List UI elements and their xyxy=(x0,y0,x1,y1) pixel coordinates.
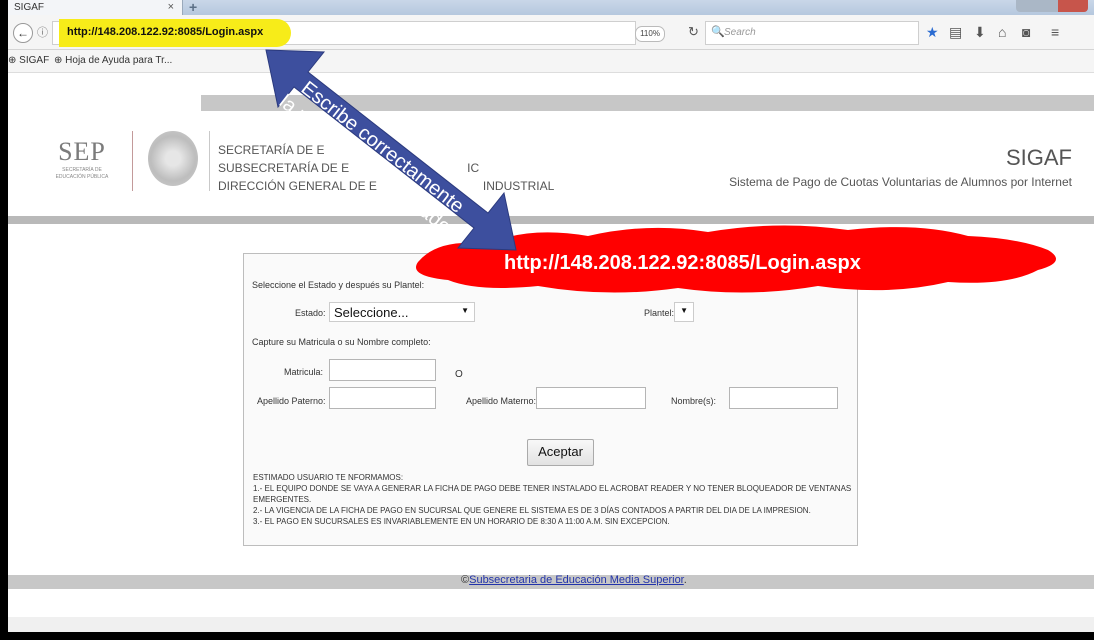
search-box[interactable]: 🔍 Search xyxy=(705,21,919,45)
cloud-url-text: http://148.208.122.92:8085/Login.aspx xyxy=(504,252,861,274)
paterno-label: Apellido Paterno: xyxy=(257,396,326,406)
url-text[interactable]: http://148.208.122.92:8085/Login.aspx xyxy=(67,26,263,38)
estado-select[interactable]: Seleccione... ▼ xyxy=(329,302,475,322)
address-bar[interactable]: http://148.208.122.92:8085/Login.aspx xyxy=(52,19,636,47)
matricula-label: Matricula: xyxy=(284,367,324,377)
reload-icon[interactable]: ↻ xyxy=(688,24,699,40)
bookmark-sigaf[interactable]: ⊕ SIGAF xyxy=(8,55,49,66)
header-divider xyxy=(8,216,1094,224)
apellido-materno-input[interactable] xyxy=(536,387,646,409)
menu-icon[interactable]: ≡ xyxy=(1051,24,1059,40)
materno-label: Apellido Materno: xyxy=(466,396,537,406)
copyright-symbol: © xyxy=(461,574,470,586)
notice-2: 2.- LA VIGENCIA DE LA FICHA DE PAGO EN S… xyxy=(253,506,811,515)
site-header: SEP SECRETARÍA DE EDUCACIÓN PÚBLICA SECR… xyxy=(8,111,1094,216)
inst-line-3-text: DIRECCIÓN GENERAL DE E xyxy=(218,179,377,193)
footer-link[interactable]: Subsecretaria de Educación Media Superio… xyxy=(469,574,684,586)
estado-select-value: Seleccione... xyxy=(334,305,409,320)
bottom-gray-bar xyxy=(8,617,1094,632)
estado-label: Estado: xyxy=(295,308,326,318)
sep-logo-text: SEP xyxy=(58,137,106,166)
plantel-label: Plantel: xyxy=(644,308,675,318)
bookmark-label: Hoja de Ayuda para Tr... xyxy=(65,55,173,66)
select-instruction: Seleccione el Estado y después su Plante… xyxy=(252,280,425,290)
inst-line-2-tail: IC xyxy=(467,161,480,175)
national-seal-icon xyxy=(148,131,198,186)
apellido-paterno-input[interactable] xyxy=(329,387,436,409)
tab-close-icon[interactable]: × xyxy=(168,0,174,15)
sep-logo-sub1: SECRETARÍA DE xyxy=(62,167,102,173)
notice-3: 3.- EL PAGO EN SUCURSALES ES INVARIABLEM… xyxy=(253,517,670,526)
sep-logo-sub2: EDUCACIÓN PÚBLICA xyxy=(55,174,109,180)
bookmarks-bar: ⊕ SIGAF ⊕ Hoja de Ayuda para Tr... xyxy=(8,50,1094,73)
notice-block: ESTIMADO USUARIO TE NFORMAMOS: 1.- EL EQ… xyxy=(253,472,853,527)
footer: ©Subsecretaria de Educación Media Superi… xyxy=(461,574,687,586)
tab-sigaf[interactable]: SIGAF × xyxy=(8,0,183,15)
footer-period: . xyxy=(683,574,687,586)
aceptar-button[interactable]: Aceptar xyxy=(527,439,594,466)
search-icon: 🔍 xyxy=(711,26,725,38)
sep-logo: SEP SECRETARÍA DE EDUCACIÓN PÚBLICA xyxy=(40,137,124,181)
new-tab-icon[interactable]: + xyxy=(189,0,197,15)
app-title: SIGAF xyxy=(1005,145,1072,170)
window-close-button[interactable] xyxy=(1058,0,1088,12)
window-controls[interactable] xyxy=(1016,0,1088,12)
matricula-input[interactable] xyxy=(329,359,436,381)
notice-title: ESTIMADO USUARIO TE NFORMAMOS: xyxy=(253,473,404,482)
zoom-indicator[interactable]: 110% xyxy=(635,26,665,42)
plantel-select[interactable]: ▼ xyxy=(674,302,694,322)
or-text: O xyxy=(455,369,463,380)
bookmark-label: SIGAF xyxy=(19,55,50,66)
inst-line-2-text: SUBSECRETARÍA DE E xyxy=(218,161,350,175)
search-placeholder: Search xyxy=(724,27,756,38)
home-icon[interactable]: ⌂ xyxy=(998,24,1006,40)
bookmark-star-icon[interactable]: ★ xyxy=(926,24,939,41)
back-arrow-icon[interactable]: ← xyxy=(13,23,33,43)
tab-title: SIGAF xyxy=(14,2,45,13)
notice-1: 1.- EL EQUIPO DONDE SE VAYA A GENERAR LA… xyxy=(253,484,852,504)
reading-list-icon[interactable]: ▤ xyxy=(949,24,962,41)
login-form: Seleccione el Estado y después su Plante… xyxy=(243,253,858,546)
info-icon[interactable]: ⓘ xyxy=(37,24,48,40)
inst-line-3-tail: INDUSTRIAL xyxy=(482,179,555,193)
pocket-icon[interactable]: ◙ xyxy=(1022,24,1030,40)
chevron-down-icon: ▼ xyxy=(680,306,688,315)
app-subtitle: Sistema de Pago de Cuotas Voluntarias de… xyxy=(729,175,1072,189)
tab-strip: SIGAF × + xyxy=(8,0,1094,15)
seal-divider xyxy=(209,131,210,191)
navigation-bar: ← ⓘ http://148.208.122.92:8085/Login.asp… xyxy=(8,15,1094,50)
page-content: SEP SECRETARÍA DE EDUCACIÓN PÚBLICA SECR… xyxy=(8,73,1094,632)
nombre-label: Nombre(s): xyxy=(671,396,717,406)
bookmark-hoja-ayuda[interactable]: ⊕ Hoja de Ayuda para Tr... xyxy=(54,55,172,66)
browser-window: SIGAF × + ← ⓘ http://148.208.122.92:8085… xyxy=(8,0,1094,632)
chevron-down-icon: ▼ xyxy=(461,306,469,315)
logo-divider xyxy=(132,131,133,191)
nombre-input[interactable] xyxy=(729,387,838,409)
download-icon[interactable]: ⬇ xyxy=(974,24,986,41)
capture-instruction: Capture su Matricula o su Nombre complet… xyxy=(252,337,431,347)
